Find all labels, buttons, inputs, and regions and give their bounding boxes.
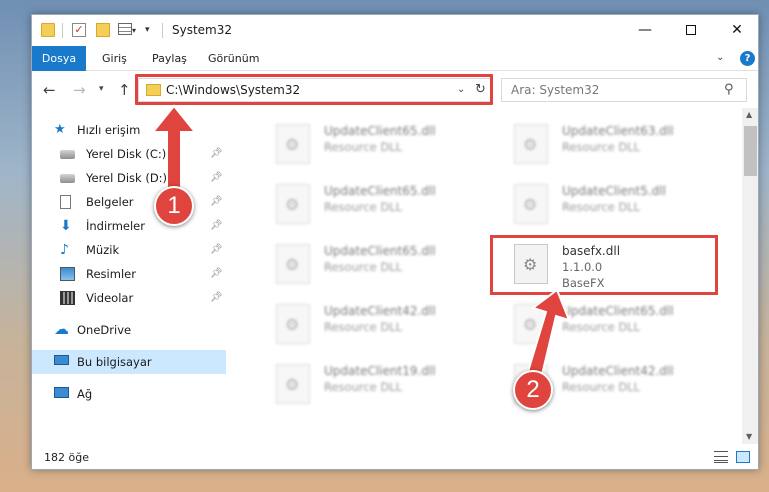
arrow-2 (525, 288, 571, 381)
arrow-1 (150, 104, 198, 199)
callout-arrows (150, 104, 571, 381)
step-1-badge: 1 (154, 186, 194, 226)
step-2-badge: 2 (513, 370, 553, 410)
